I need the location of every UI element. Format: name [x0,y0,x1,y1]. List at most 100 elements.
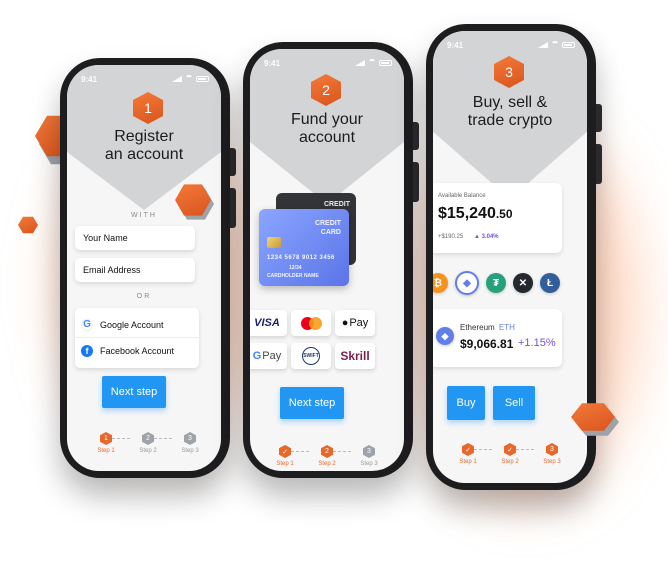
google-pay-label: Pay [262,350,282,362]
google-g-icon: G [252,350,262,362]
balance-percent: ▲ 3.04% [474,234,499,240]
ethereum-icon[interactable]: ◆ [455,271,479,295]
tether-icon[interactable]: ₮ [486,273,506,293]
or-label: OR [136,293,152,300]
signal-icon [172,76,182,82]
sell-button[interactable]: Sell [493,386,535,420]
social-login-card: G Google Account f Facebook Account [75,308,199,368]
balance-change: +$190.25 [438,234,464,240]
phone-button [413,122,419,150]
promo-stage: 9:41 1 Register an account WITH Your Nam… [0,0,668,569]
name-field[interactable]: Your Name [75,226,195,250]
card-back-text: CREDIT [323,201,350,208]
balance-label: Available Balance [438,193,486,199]
facebook-login-label: Facebook Account [100,346,175,356]
apple-pay-label: Pay [349,317,369,329]
screen-title-line1: Fund your [290,111,364,128]
screen-title: Register an account [67,128,221,164]
balance-main: $15,240 [438,205,496,222]
phone-screen: 9:41 2 Fund your account CREDIT CREDIT C [250,49,404,471]
step-1-label: Step 1 [97,448,115,454]
step-3-label: Step 3 [181,448,199,454]
apple-icon: ● [341,317,349,329]
decor-hexagon [18,216,38,234]
screen-title-line1: Register [114,128,174,145]
swift-method[interactable]: SWIFT [291,343,331,369]
asset-price: $9,066.81 [460,337,514,351]
asset-title: Ethereum ETH [460,323,515,332]
step-3-label: Step 3 [543,459,561,465]
wifi-icon [185,75,193,83]
card-front-title-line1: CREDIT [314,220,341,227]
status-bar: 9:41 [264,59,392,69]
screen-title-line1: Buy, sell & [472,94,548,111]
wifi-icon [368,59,376,67]
bitcoin-icon[interactable]: ₿ [433,273,448,293]
screen-title-line2: an account [104,146,184,163]
credit-card-front: CREDIT CARD 1234 5678 9012 3456 12/34 CA… [259,209,349,286]
xrp-icon[interactable]: ✕ [513,273,533,293]
status-bar: 9:41 [81,75,209,85]
step-1-check-icon: ✓ [279,445,291,458]
signal-icon [355,60,365,66]
screen-title: Fund your account [250,111,404,147]
next-step-button[interactable]: Next step [280,387,344,419]
visa-method[interactable]: VISA [250,310,287,336]
step-connector [516,449,534,450]
google-pay-method[interactable]: G Pay [250,343,287,369]
asset-name: Ethereum [460,323,495,332]
phone-screen: 9:41 1 Register an account WITH Your Nam… [67,65,221,471]
signal-icon [538,42,548,48]
phone-button [230,148,236,176]
screen-title-line2: trade crypto [467,112,553,129]
google-login-button[interactable]: G Google Account [75,312,199,338]
phone-button [596,104,602,132]
step-2-icon: 2 [142,432,154,445]
status-time: 9:41 [447,41,464,50]
step-2-label: Step 2 [139,448,157,454]
step-2-icon: 2 [321,445,333,458]
step-3-icon: 3 [363,445,375,458]
litecoin-icon[interactable]: Ł [540,273,560,293]
card-holder: CARDHOLDER NAME [267,273,319,279]
skrill-method[interactable]: Skrill [335,343,375,369]
next-step-button[interactable]: Next step [102,376,166,408]
asset-change: +1.15% [518,337,556,349]
status-bar: 9:41 [447,41,575,51]
step-connector [112,438,130,439]
battery-icon [379,60,392,66]
card-front-title-line2: CARD [320,229,341,236]
step-connector [154,438,172,439]
phone-screen: 9:41 3 Buy, sell & trade crypto Availabl… [433,31,587,483]
step-indicator: 1 2 3 Step 1 Step 2 Step 3 [67,432,221,471]
card-chip-icon [267,237,281,248]
step-connector [474,449,492,450]
facebook-login-button[interactable]: f Facebook Account [75,338,199,364]
google-icon: G [81,318,93,331]
google-login-label: Google Account [100,319,164,330]
step-1-check-icon: ✓ [462,443,474,456]
asset-ticker: ETH [498,323,515,332]
step-3-icon: 3 [546,443,558,456]
step-2-label: Step 2 [501,459,519,465]
phone-button [413,162,419,202]
step-indicator: ✓ 2 3 Step 1 Step 2 Step 3 [250,445,404,471]
step-connector [333,451,351,452]
step-connector [291,451,309,452]
mastercard-method[interactable] [291,310,331,336]
email-field[interactable]: Email Address [75,258,195,282]
phone-button [230,188,236,228]
card-number: 1234 5678 9012 3456 [267,255,335,261]
swift-globe-icon: SWIFT [302,347,320,365]
buy-button[interactable]: Buy [447,386,485,420]
battery-icon [562,42,575,48]
step-3-label: Step 3 [360,461,378,467]
asset-card[interactable]: ◆ Ethereum ETH $9,066.81 +1.15% [433,309,562,367]
facebook-icon: f [81,345,93,357]
card-front-title: CREDIT CARD [315,219,341,237]
step-3-icon: 3 [184,432,196,445]
battery-icon [196,76,209,82]
ethereum-icon: ◆ [436,327,454,345]
apple-pay-method[interactable]: ● Pay [335,310,375,336]
balance-amount: $15,240.50 [438,205,513,223]
